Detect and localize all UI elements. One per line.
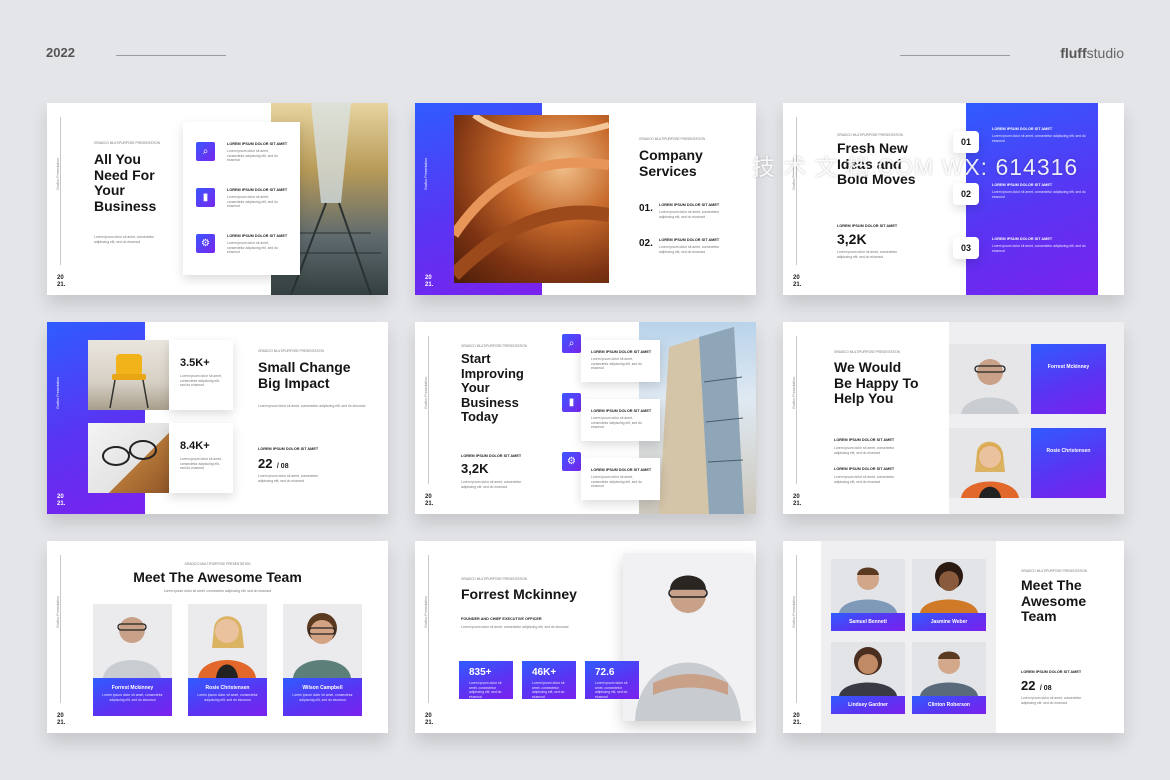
search-icon: ⌕ — [562, 334, 581, 353]
stat-value: 46K+ — [532, 667, 557, 678]
portrait-photo — [188, 604, 267, 678]
slide-year: 20 21. — [793, 494, 802, 507]
body-text: Lorem ipsum dolor sit amet, consectetur … — [94, 235, 155, 244]
stat-value: 8.4K+ — [180, 440, 210, 452]
slide-title: Forrest Mckinney — [461, 586, 577, 602]
slide-title: Meet The Awesome Team — [1021, 577, 1087, 625]
stat-value: 835+ — [469, 667, 492, 678]
slide-title: Meet The Awesome Team — [133, 569, 302, 585]
person-name: Lindsey Gardner — [831, 696, 905, 714]
person-name: Rosie Christensen — [1046, 448, 1091, 454]
chair-photo — [88, 340, 169, 410]
portrait-photo — [283, 604, 362, 678]
accent-panel: LOREM IPSUM DOLOR SIT AMET Lorem ipsum d… — [966, 103, 1098, 295]
stat-value: 3.5K+ — [180, 357, 210, 369]
slide-year: 20 21. — [425, 275, 434, 288]
feature-card: ⌕ LOREM IPSUM DOLOR SIT AMET Lorem ipsum… — [183, 122, 300, 275]
glasses-photo — [88, 423, 169, 493]
slide-year: 20 21. — [793, 275, 802, 288]
search-icon: ⌕ — [196, 142, 215, 161]
number-badge: 03 — [953, 237, 979, 259]
header-divider-left — [116, 55, 226, 56]
person-name: Rosie Christensen — [205, 685, 250, 691]
slide-thumbnail-3[interactable]: Grafico Presentation GRADICO MULTIPURPOS… — [783, 103, 1124, 295]
slide-year: 20 21. — [57, 494, 66, 507]
person-name: Forrest Mckinney — [1047, 364, 1090, 370]
slide-title: All You Need For Your Business — [94, 151, 157, 215]
building-icon: ▮ — [562, 393, 581, 412]
person-name: Samuel Bennett — [831, 613, 905, 631]
person-name: Wilson Campbell — [302, 685, 343, 691]
stat-value: 72.6 — [595, 667, 615, 678]
gear-icon: ⚙ — [562, 452, 581, 471]
slide-title: We Would Be Happy To Help You — [834, 359, 919, 407]
portrait-photo — [949, 428, 1031, 498]
building-icon: ▮ — [196, 188, 215, 207]
slide-thumbnail-1[interactable]: Grafico Presentation GRADICO MULTIPURPOS… — [47, 103, 388, 295]
page-indicator: 22 / 08 — [258, 456, 289, 471]
number-badge: 02 — [953, 183, 979, 205]
slide-thumbnail-7[interactable]: Grafico Presentation GRADICO MULTIPURPOS… — [47, 541, 388, 733]
watermark: 技 术 文 档.COM WX: 614316 — [752, 154, 1079, 180]
slide-thumbnail-8[interactable]: Grafico Presentation GRADICO MULTIPURPOS… — [415, 541, 756, 733]
slide-title: Small Change Big Impact — [258, 359, 351, 391]
slide-year: 20 21. — [793, 713, 802, 726]
page-indicator: 22 / 08 — [1021, 678, 1052, 693]
slide-year: 20 21. — [425, 494, 434, 507]
slide-thumbnail-5[interactable]: Grafico Presentation GRADICO MULTIPURPOS… — [415, 322, 756, 514]
slide-thumbnail-6[interactable]: Grafico Presentation GRADICO MULTIPURPOS… — [783, 322, 1124, 514]
stat-value: 3,2K — [837, 231, 867, 247]
portrait-photo — [623, 553, 754, 721]
portrait-photo — [912, 642, 986, 696]
slide-title: Start Improving Your Business Today — [461, 351, 524, 425]
brand-logo: fluffstudio — [1060, 45, 1124, 61]
kicker: GRADICO MULTIPURPOSE PRESENTATION — [94, 141, 160, 145]
portrait-photo — [949, 344, 1031, 414]
slide-thumbnail-4[interactable]: Grafico Presentation 3.5K+ Lorem ipsum d… — [47, 322, 388, 514]
header-divider-right — [900, 55, 1010, 56]
person-name: Forrest Mckinney — [111, 685, 154, 691]
slide-year: 20 21. — [57, 713, 66, 726]
portrait-photo — [912, 559, 986, 613]
stat-value: 3,2K — [461, 461, 489, 476]
person-name: Jasmine Weber — [912, 613, 986, 631]
slide-year: 20 21. — [425, 713, 434, 726]
slide-thumbnail-9[interactable]: Grafico Presentation Samuel Bennett Jasm… — [783, 541, 1124, 733]
portrait-photo — [831, 642, 905, 696]
slide-thumbnail-2[interactable]: Grafico Presentation GRADICO MULTIPURPOS… — [415, 103, 756, 295]
staircase-photo — [454, 115, 609, 283]
side-label: Grafico Presentation — [56, 158, 60, 190]
person-name: Clinton Roberson — [912, 696, 986, 714]
portrait-photo — [93, 604, 172, 678]
portrait-photo — [831, 559, 905, 613]
slide-title: Company Services — [639, 147, 703, 179]
header-year: 2022 — [46, 45, 75, 60]
slide-year: 20 21. — [57, 275, 66, 288]
gear-icon: ⚙ — [196, 234, 215, 253]
